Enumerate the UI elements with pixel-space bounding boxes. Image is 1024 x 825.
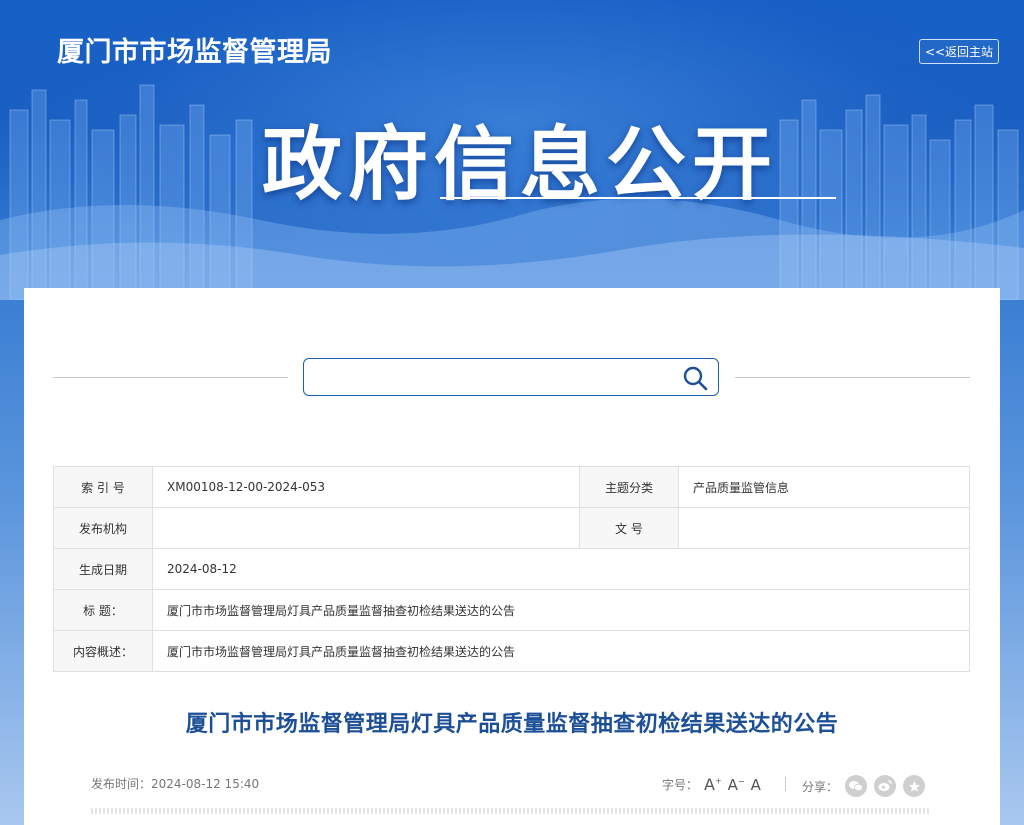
index-label: 索 引 号 [53,466,153,508]
summary-value: 厦门市市场监督管理局灯具产品质量监督抽查初检结果送达的公告 [152,630,970,672]
index-value: XM00108-12-00-2024-053 [152,466,580,508]
header-banner: 厦门市市场监督管理局 <<返回主站 政府信息公开 [0,0,1024,300]
publisher-label: 发布机构 [53,507,153,549]
doc-no-label: 文 号 [579,507,679,549]
search-input[interactable] [312,364,676,392]
wechat-icon[interactable] [845,775,868,797]
title-value: 厦门市市场监督管理局灯具产品质量监督抽查初检结果送达的公告 [152,589,970,631]
summary-label: 内容概述： [53,630,153,672]
info-table: 索 引 号 XM00108-12-00-2024-053 主题分类 产品质量监管… [53,466,970,672]
font-size-label: 字号： [662,778,699,792]
search-divider-right [735,377,970,378]
font-size-large-button[interactable]: A+ [704,775,722,794]
share-controls: 分享： [802,775,926,797]
back-to-main-site-button[interactable]: <<返回主站 [919,39,999,64]
dotted-divider [91,808,931,814]
side-decoration-right [1000,300,1024,825]
side-decoration-left [0,300,24,825]
font-size-controls: 字号： A+ A− A [662,775,761,794]
meta-divider [785,777,786,791]
title-label: 标 题： [53,589,153,631]
site-title: 厦门市市场监督管理局 [57,37,332,68]
search-box [303,358,719,396]
topic-value: 产品质量监管信息 [678,466,970,508]
font-size-medium-button[interactable]: A− [728,776,745,794]
table-row: 内容概述： 厦门市市场监督管理局灯具产品质量监督抽查初检结果送达的公告 [53,630,970,672]
weibo-icon[interactable] [874,775,897,797]
publish-time: 发布时间：2024-08-12 15:40 [91,777,260,791]
date-value: 2024-08-12 [152,548,970,590]
star-icon[interactable] [903,775,926,797]
hero-underline [440,197,836,199]
font-size-small-button[interactable]: A [751,776,761,794]
table-row: 生成日期 2024-08-12 [53,548,970,590]
search-divider-left [53,377,288,378]
share-label: 分享： [802,779,839,794]
date-label: 生成日期 [53,548,153,590]
topic-label: 主题分类 [579,466,679,508]
table-row: 发布机构 文 号 [53,507,970,549]
publisher-value [152,507,580,549]
article-title: 厦门市市场监督管理局灯具产品质量监督抽查初检结果送达的公告 [185,712,839,737]
table-row: 标 题： 厦门市市场监督管理局灯具产品质量监督抽查初检结果送达的公告 [53,589,970,631]
table-row: 索 引 号 XM00108-12-00-2024-053 主题分类 产品质量监管… [53,466,970,508]
doc-no-value [678,507,970,549]
search-icon[interactable] [682,365,708,391]
